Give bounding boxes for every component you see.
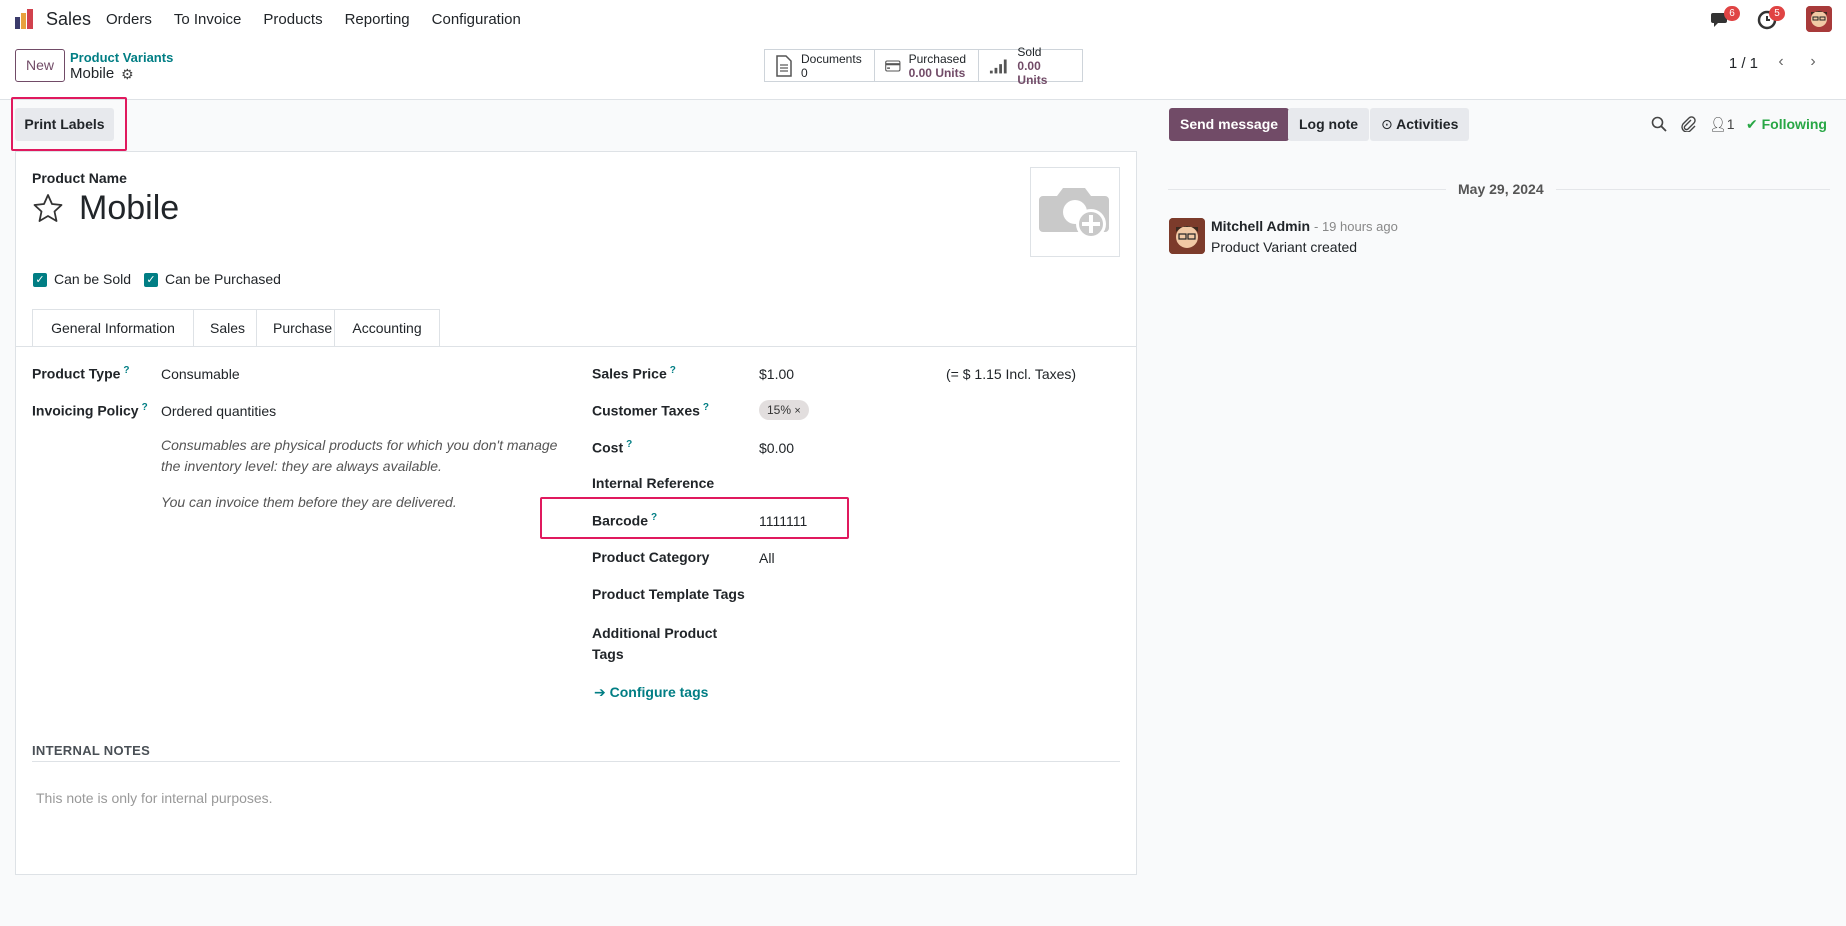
customer-tax-tag[interactable]: 15% × (759, 400, 809, 420)
internal-notes-field[interactable]: This note is only for internal purposes. (36, 790, 273, 806)
log-note-button[interactable]: Log note (1288, 108, 1370, 141)
breadcrumb-current: Mobile (70, 65, 115, 82)
highlight-print-labels (11, 97, 127, 151)
signal-bars-icon (989, 59, 1007, 73)
configure-tags-link[interactable]: ➔ Configure tags (594, 684, 708, 701)
followers-button[interactable]: 👤︎1 (1709, 116, 1735, 133)
can-be-purchased-checkbox[interactable]: ✓ (144, 273, 158, 287)
documents-count: 0 (801, 65, 808, 80)
product-type-value[interactable]: Consumable (161, 366, 240, 382)
cost-value[interactable]: $0.00 (759, 440, 794, 456)
consumable-hint: Consumables are physical products for wh… (161, 437, 558, 474)
sales-price-incl-taxes: (= $ 1.15 Incl. Taxes) (946, 366, 1077, 382)
sales-price-label: Sales Price? (592, 365, 676, 382)
gear-icon[interactable]: ⚙ (121, 66, 134, 83)
tab-accounting[interactable]: Accounting (335, 309, 440, 347)
menu-configuration[interactable]: Configuration (432, 11, 521, 28)
activities-button[interactable]: ⊙ Activities (1370, 108, 1470, 141)
additional-product-tags-label: Additional Product Tags (592, 625, 718, 662)
top-navbar: Sales Orders To Invoice Products Reporti… (0, 0, 1846, 38)
check-icon: ✔ (1746, 116, 1758, 132)
pager-next-icon[interactable]: › (1800, 50, 1826, 74)
purchased-smart-button[interactable]: Purchased 0.00 Units (875, 50, 979, 81)
new-button[interactable]: New (15, 49, 65, 82)
send-message-button[interactable]: Send message (1169, 108, 1290, 141)
cost-label: Cost? (592, 439, 633, 456)
messages-badge: 6 (1724, 6, 1740, 21)
purchased-value: 0.00 Units (908, 65, 966, 80)
camera-add-icon (1039, 188, 1109, 239)
search-icon[interactable] (1651, 116, 1667, 132)
invoicing-policy-value[interactable]: Ordered quantities (161, 403, 276, 419)
message-author[interactable]: Mitchell Admin (1211, 218, 1310, 234)
product-category-label: Product Category (592, 549, 710, 565)
tab-purchase[interactable]: Purchase (257, 309, 335, 347)
menu-products[interactable]: Products (263, 11, 322, 28)
credit-card-icon (885, 59, 901, 72)
menu-to-invoice[interactable]: To Invoice (174, 11, 242, 28)
app-name[interactable]: Sales (46, 9, 91, 30)
tab-sales[interactable]: Sales (194, 309, 257, 347)
date-label: May 29, 2024 (1446, 181, 1556, 197)
documents-label: Documents (801, 51, 862, 66)
remove-tag-icon[interactable]: × (794, 405, 800, 417)
product-name-label: Product Name (32, 170, 127, 186)
internal-reference-label: Internal Reference (592, 475, 715, 491)
activities-badge: 5 (1769, 6, 1785, 21)
can-be-sold-checkbox[interactable]: ✓ (33, 273, 47, 287)
pager-previous-icon[interactable]: ‹ (1768, 50, 1794, 74)
customer-taxes-label: Customer Taxes? (592, 402, 710, 419)
product-category-value[interactable]: All (759, 550, 775, 566)
can-be-purchased-label: Can be Purchased (165, 271, 281, 287)
clock-icon: ⊙ (1381, 116, 1393, 132)
sold-smart-button[interactable]: Sold 0.00 Units (979, 45, 1082, 87)
following-button[interactable]: ✔ Following (1746, 116, 1827, 133)
notebook-tabs: General Information Sales Purchase Accou… (32, 309, 440, 347)
document-icon (776, 54, 792, 77)
sold-value: 0.00 Units (1017, 58, 1048, 87)
invoice-hint: You can invoice them before they are del… (161, 494, 457, 510)
control-panel: New Product Variants Mobile ⚙ Documents … (0, 38, 1846, 100)
tab-general-information[interactable]: General Information (32, 309, 194, 347)
breadcrumb-product-variants[interactable]: Product Variants (70, 50, 173, 65)
paperclip-icon[interactable] (1680, 116, 1696, 132)
favorite-star-icon[interactable] (32, 192, 64, 224)
invoicing-policy-label: Invoicing Policy? (32, 402, 148, 419)
purchased-label: Purchased (908, 51, 966, 66)
user-icon: 👤︎ (1709, 116, 1727, 132)
internal-notes-title: INTERNAL NOTES (32, 743, 151, 758)
smart-buttons: Documents 0 Purchased 0.00 Units Sold 0.… (764, 45, 1083, 87)
pager-value[interactable]: 1 / 1 (1729, 55, 1758, 72)
sales-app-icon[interactable] (14, 8, 36, 30)
arrow-right-icon: ➔ (594, 684, 606, 700)
user-avatar[interactable] (1806, 6, 1832, 32)
product-type-label: Product Type? (32, 365, 130, 382)
tab-divider (16, 346, 1136, 347)
product-template-tags-label: Product Template Tags (592, 586, 745, 602)
author-avatar[interactable] (1169, 218, 1205, 254)
message-time: - 19 hours ago (1314, 219, 1398, 234)
sold-label: Sold (1017, 44, 1042, 59)
menu-reporting[interactable]: Reporting (345, 11, 410, 28)
sales-price-value[interactable]: $1.00 (759, 366, 794, 382)
can-be-sold-label: Can be Sold (54, 271, 132, 287)
highlight-barcode (540, 497, 849, 539)
main-menu: Orders To Invoice Products Reporting Con… (106, 11, 543, 28)
internal-notes-divider (32, 761, 1120, 762)
product-image-placeholder[interactable] (1030, 167, 1120, 257)
message-body: Product Variant created (1211, 239, 1358, 255)
product-name-value[interactable]: Mobile (79, 189, 179, 228)
menu-orders[interactable]: Orders (106, 11, 152, 28)
documents-smart-button[interactable]: Documents 0 (765, 50, 875, 81)
